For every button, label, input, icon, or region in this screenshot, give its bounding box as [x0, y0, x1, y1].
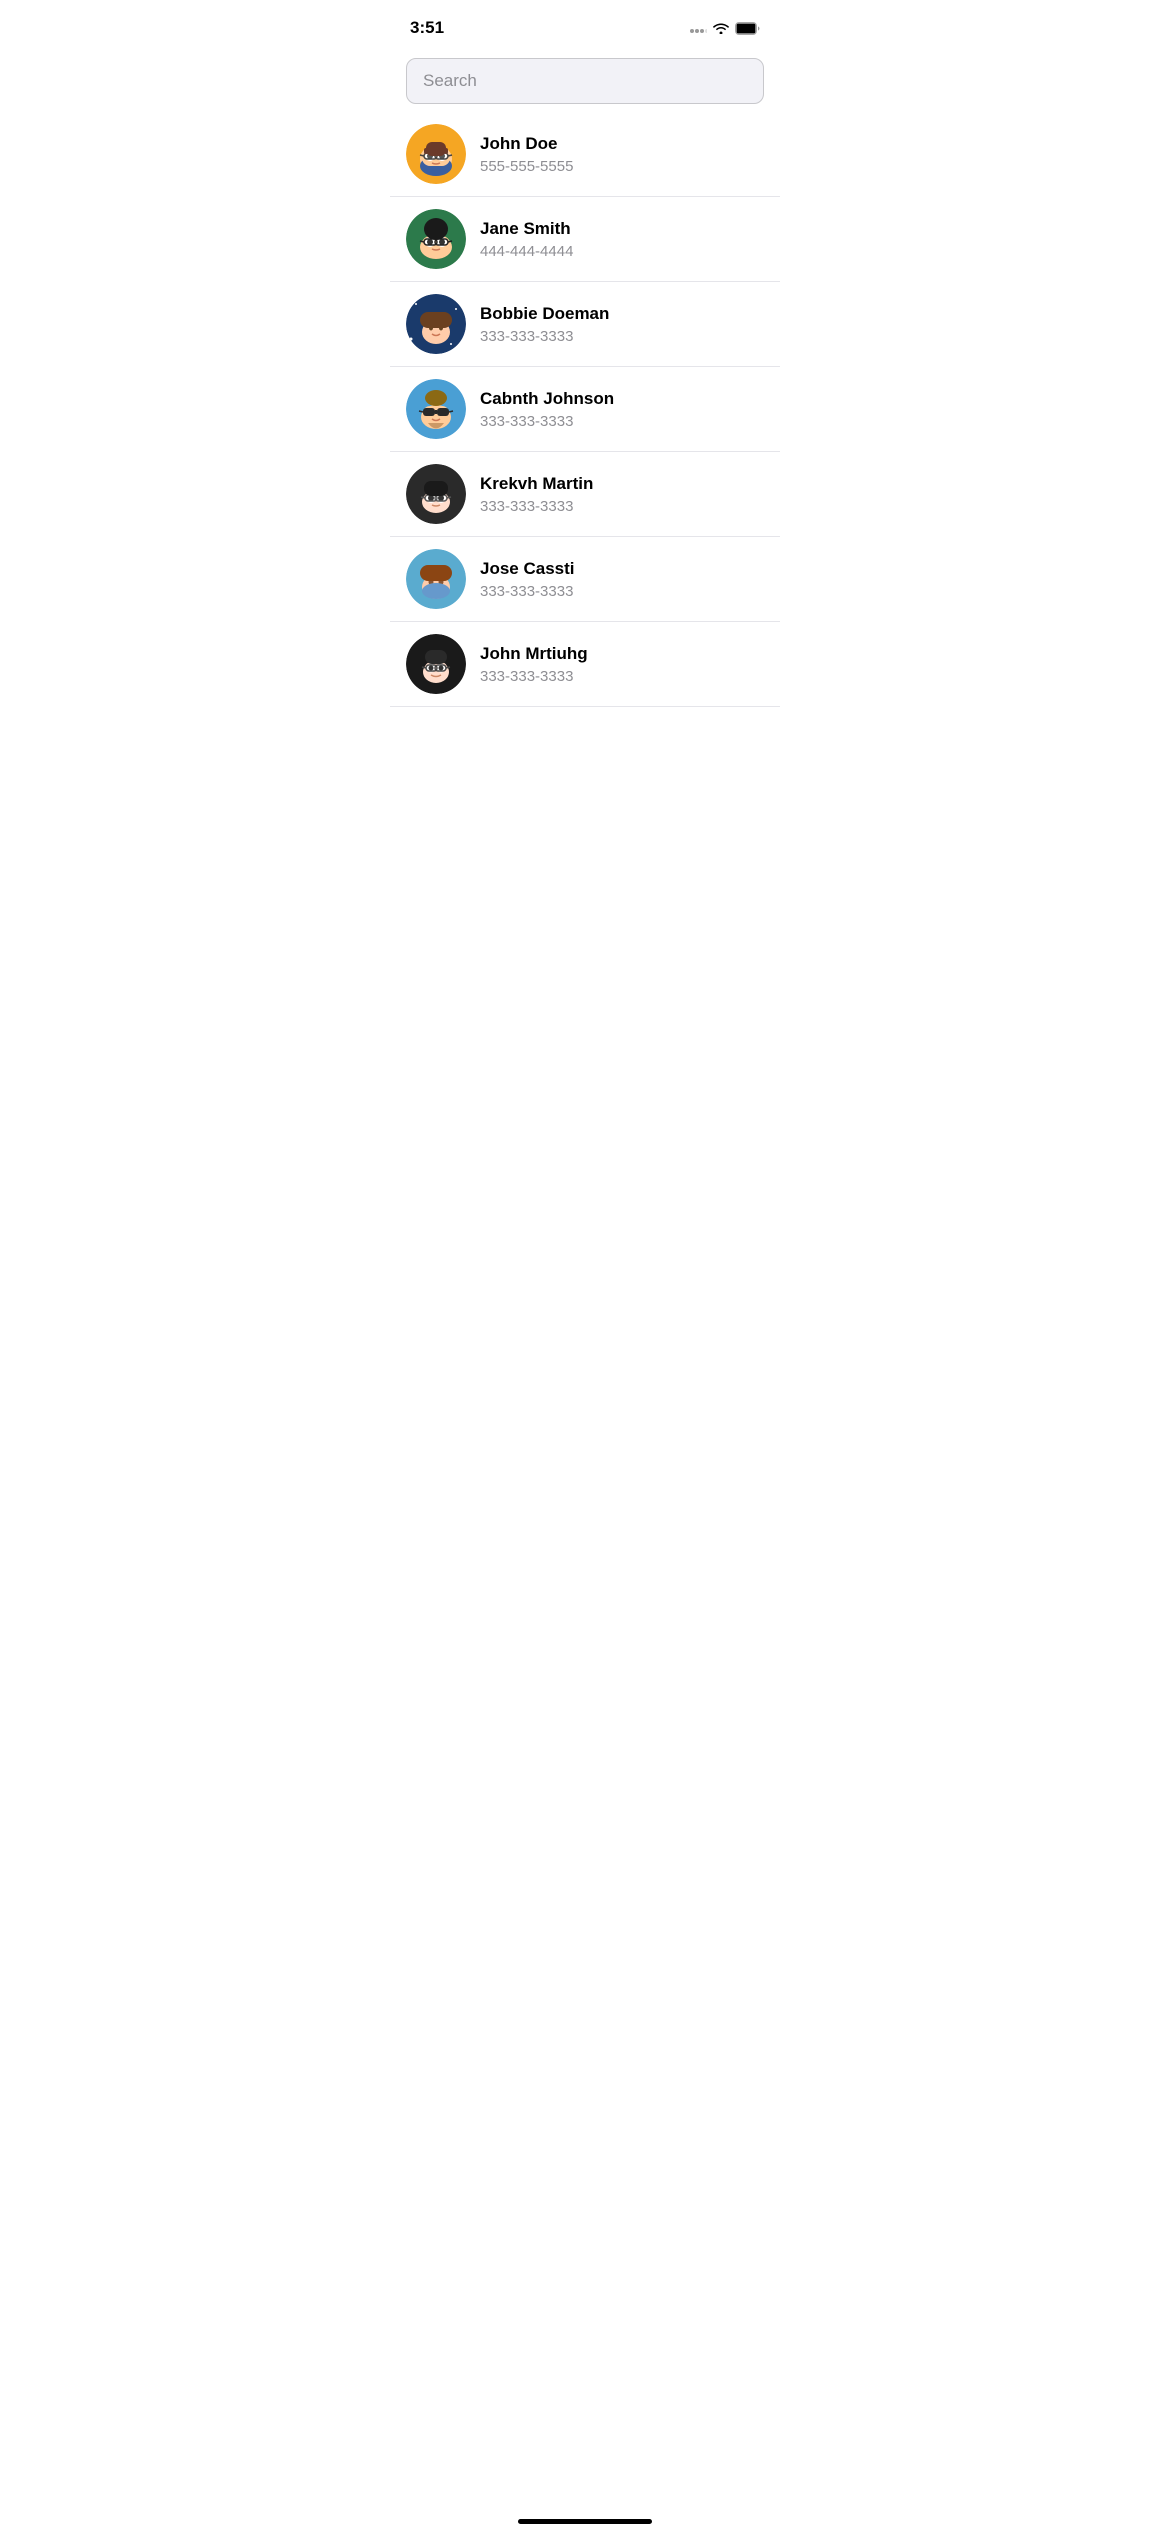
contact-phone: 333-333-3333	[480, 498, 764, 515]
list-item[interactable]: Bobbie Doeman 333-333-3333	[390, 282, 780, 367]
list-item[interactable]: Jose Cassti 333-333-3333	[390, 537, 780, 622]
search-bar[interactable]	[406, 58, 764, 104]
avatar	[406, 209, 466, 269]
contact-name: John Mrtiuhg	[480, 643, 764, 665]
status-icons	[690, 22, 760, 35]
avatar	[406, 464, 466, 524]
home-indicator	[518, 2519, 652, 2524]
list-item[interactable]: Cabnth Johnson 333-333-3333	[390, 367, 780, 452]
list-item[interactable]: John Mrtiuhg 333-333-3333	[390, 622, 780, 707]
search-input[interactable]	[423, 71, 747, 91]
contact-name: Cabnth Johnson	[480, 388, 764, 410]
contact-info: John Mrtiuhg 333-333-3333	[480, 643, 764, 684]
wifi-icon	[713, 22, 729, 34]
contact-phone: 333-333-3333	[480, 583, 764, 600]
contact-phone: 333-333-3333	[480, 413, 764, 430]
contact-info: John Doe 555-555-5555	[480, 133, 764, 174]
status-time: 3:51	[410, 18, 444, 38]
contact-info: Cabnth Johnson 333-333-3333	[480, 388, 764, 429]
battery-icon	[735, 22, 760, 35]
list-item[interactable]: John Doe 555-555-5555	[390, 112, 780, 197]
list-item[interactable]: Krekvh Martin 333-333-3333	[390, 452, 780, 537]
contact-phone: 333-333-3333	[480, 668, 764, 685]
signal-icon	[690, 22, 707, 34]
avatar	[406, 294, 466, 354]
contact-info: Jane Smith 444-444-4444	[480, 218, 764, 259]
contact-phone: 555-555-5555	[480, 158, 764, 175]
list-item[interactable]: Jane Smith 444-444-4444	[390, 197, 780, 282]
contact-info: Bobbie Doeman 333-333-3333	[480, 303, 764, 344]
contact-name: Jane Smith	[480, 218, 764, 240]
contact-phone: 444-444-4444	[480, 243, 764, 260]
contact-phone: 333-333-3333	[480, 328, 764, 345]
avatar	[406, 124, 466, 184]
contact-info: Krekvh Martin 333-333-3333	[480, 473, 764, 514]
status-bar: 3:51	[390, 0, 780, 50]
contacts-list: John Doe 555-555-5555 Jane Smith	[390, 112, 780, 707]
avatar	[406, 549, 466, 609]
contact-name: Bobbie Doeman	[480, 303, 764, 325]
contact-name: Krekvh Martin	[480, 473, 764, 495]
avatar	[406, 379, 466, 439]
contact-name: Jose Cassti	[480, 558, 764, 580]
avatar	[406, 634, 466, 694]
contact-info: Jose Cassti 333-333-3333	[480, 558, 764, 599]
contact-name: John Doe	[480, 133, 764, 155]
